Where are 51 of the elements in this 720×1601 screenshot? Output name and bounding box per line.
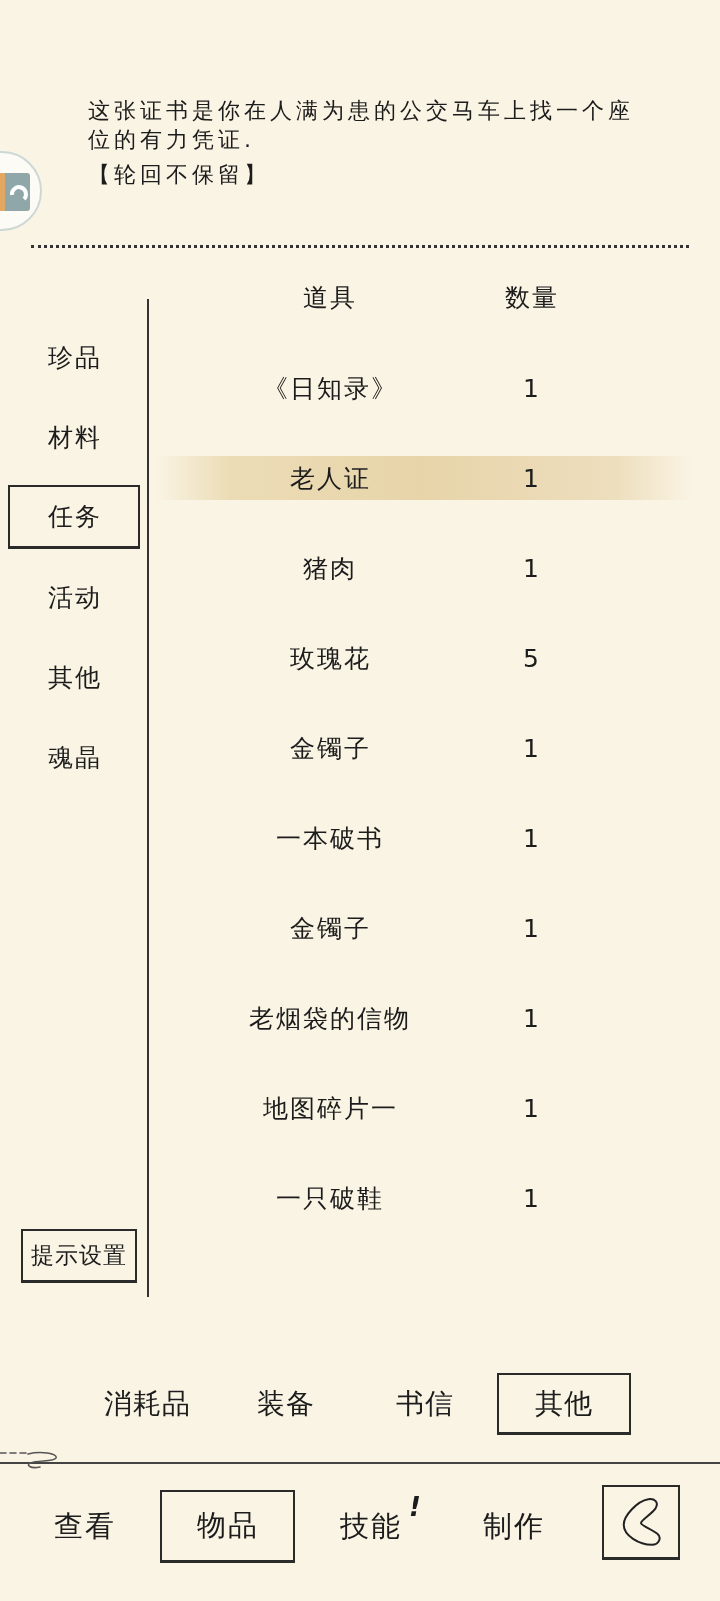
- item-name: 一只破鞋: [276, 1182, 384, 1215]
- item-row[interactable]: 地图碎片一 1: [155, 1086, 691, 1130]
- item-name: 一本破书: [276, 822, 384, 855]
- item-row[interactable]: 一本破书 1: [155, 816, 691, 860]
- item-description: 这张证书是你在人满为患的公交马车上找一个座位的有力凭证.: [88, 97, 635, 154]
- sidebar-tab[interactable]: 材料: [8, 405, 140, 469]
- nav-tab[interactable]: 技能 !: [303, 1490, 438, 1563]
- nav-tab[interactable]: 查看: [17, 1490, 152, 1563]
- item-quantity: 1: [523, 733, 541, 763]
- item-row[interactable]: 一只破鞋 1: [155, 1176, 691, 1220]
- exclamation-mark: !: [409, 1494, 421, 1520]
- category-tab[interactable]: 装备: [219, 1373, 353, 1435]
- item-name: 老人证: [289, 462, 371, 495]
- item-quantity: 1: [523, 1183, 541, 1213]
- item-quantity: 5: [523, 643, 541, 673]
- item-quantity: 1: [523, 553, 541, 583]
- item-quantity: 1: [523, 913, 541, 943]
- sidebar-tab[interactable]: 活动: [8, 565, 140, 629]
- item-name: 老烟袋的信物: [249, 1002, 411, 1035]
- item-note: 【轮回不保留】: [88, 161, 270, 189]
- item-quantity: 1: [523, 1093, 541, 1123]
- nav-tab[interactable]: 制作: [446, 1490, 581, 1563]
- item-row[interactable]: 玫瑰花 5: [155, 636, 691, 680]
- item-name: 猪肉: [303, 552, 357, 585]
- item-row[interactable]: 猪肉 1: [155, 546, 691, 590]
- hint-settings-button[interactable]: 提示设置: [21, 1229, 137, 1283]
- item-row[interactable]: 老烟袋的信物 1: [155, 996, 691, 1040]
- item-name: 玫瑰花: [289, 642, 371, 675]
- category-tab[interactable]: 其他: [497, 1373, 631, 1435]
- item-row[interactable]: 金镯子 1: [155, 726, 691, 770]
- item-name: 地图碎片一: [262, 1092, 398, 1125]
- item-name: 金镯子: [289, 912, 371, 945]
- item-quantity: 1: [523, 1003, 541, 1033]
- item-row[interactable]: 《日知录》 1: [155, 366, 691, 410]
- category-tab[interactable]: 消耗品: [80, 1373, 214, 1435]
- item-row[interactable]: 金镯子 1: [155, 906, 691, 950]
- sidebar-tab[interactable]: 其他: [8, 645, 140, 709]
- item-quantity: 1: [523, 463, 541, 493]
- back-button[interactable]: [602, 1485, 680, 1560]
- nav-tab[interactable]: 物品: [160, 1490, 295, 1563]
- item-name: 金镯子: [289, 732, 371, 765]
- chevron-icon: [621, 1497, 661, 1547]
- column-header: 数量: [505, 281, 559, 314]
- item-name: 《日知录》: [262, 372, 398, 405]
- sidebar-tab[interactable]: 任务: [8, 485, 140, 549]
- column-header: 道具: [303, 281, 357, 314]
- sidebar-tab[interactable]: 珍品: [8, 325, 140, 389]
- item-quantity: 1: [523, 373, 541, 403]
- item-quantity: 1: [523, 823, 541, 853]
- sidebar-tab[interactable]: 魂晶: [8, 725, 140, 789]
- category-tab[interactable]: 书信: [358, 1373, 492, 1435]
